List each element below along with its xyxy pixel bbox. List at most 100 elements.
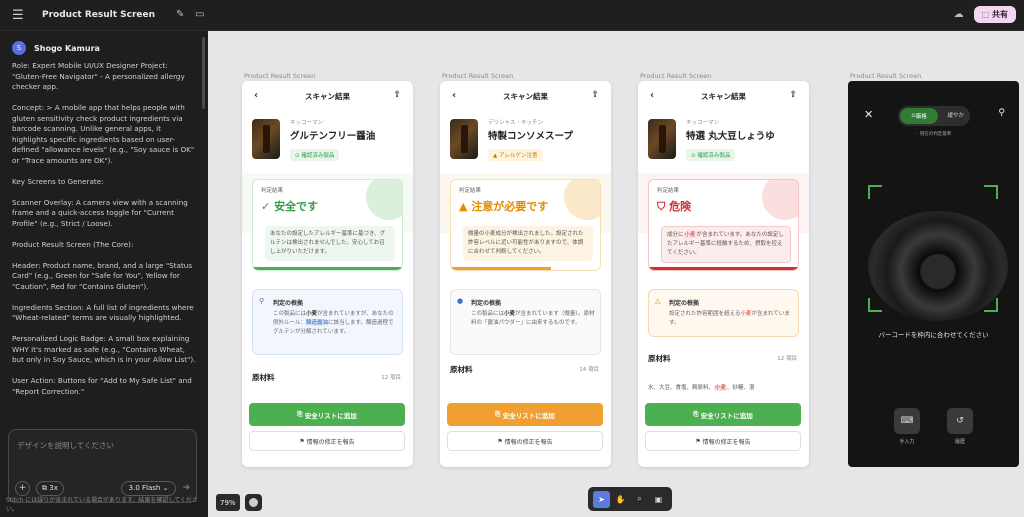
phone-frame-caution[interactable]: ‹ スキャン結果 ⇪ デリシャス・キッチン 特製コンソメスープ ▲ アレルゲン注… (440, 81, 611, 467)
add-safe-list-button[interactable]: ⎘ 安全リストに追加 (447, 403, 603, 426)
add-button-label: 安全リストに追加 (304, 411, 357, 420)
strict-label: 厳格 (915, 114, 927, 120)
prompt-input[interactable]: デザインを説明してください + ⧉ 3x 3.0 Flash ⌄ ➜ (8, 429, 197, 503)
close-icon[interactable]: ✕ (864, 108, 873, 121)
ingredients-title: 原材料 (648, 354, 671, 363)
keyboard-icon[interactable]: ⌨ (894, 408, 920, 434)
share-icon[interactable]: ⇪ (789, 90, 797, 100)
verdict-label: 判定結果 (657, 188, 680, 194)
back-icon[interactable]: ‹ (650, 90, 654, 101)
info-pin-icon: ⚲ (259, 297, 265, 305)
status-bar (649, 267, 798, 270)
back-icon[interactable]: ‹ (254, 90, 258, 101)
product-image (450, 119, 478, 159)
screen-header: ‹ スキャン結果 ⇪ (638, 81, 809, 111)
select-tool-icon[interactable]: ➤ (593, 490, 610, 508)
image-tool-icon[interactable]: ▣ (650, 491, 667, 508)
add-attachment-button[interactable]: + (15, 480, 30, 496)
flash-icon[interactable]: ⚲ (998, 108, 1005, 118)
chat-paragraph: User Action: Buttons for "Add to My Safe… (12, 376, 192, 396)
screen-header: ‹ スキャン結果 ⇪ (242, 81, 413, 111)
zoom-level[interactable]: 79% (216, 494, 240, 511)
model-select[interactable]: 3.0 Flash ⌄ (120, 480, 177, 496)
highlight-wheat: 小麦 (683, 232, 697, 238)
zoom-tool-icon[interactable]: ⌕ (631, 491, 648, 508)
share-label: 共有 (992, 10, 1008, 19)
variant-count: 3x (49, 484, 58, 492)
chat-panel: S Shogo Kamura Role: Expert Mobile UI/UX… (0, 31, 208, 517)
edit-icon[interactable]: ✎ (176, 9, 184, 20)
ingredients-list: 水、大豆、食塩、麹原料、小麦、砂糖、混 (648, 383, 799, 391)
chat-paragraph: Role: Expert Mobile UI/UX Designer Proje… (12, 61, 185, 91)
report-correction-button[interactable]: ⚑ 情報の修正を報告 (645, 431, 801, 451)
add-button-label: 安全リストに追加 (700, 411, 753, 420)
share-icon[interactable]: ⇪ (393, 90, 401, 100)
product-header: デリシャス・キッチン 特製コンソメスープ ▲ アレルゲン注意 (440, 111, 611, 161)
ingredients-heading: 原材料 12 項目 (252, 372, 403, 383)
chat-paragraph: Ingredients Section: A full list of ingr… (12, 302, 194, 323)
menu-icon[interactable]: ☰ (12, 8, 30, 23)
profile-note-text: 現在の判定基準 (919, 132, 952, 137)
frame-label: Product Result Screen (442, 72, 514, 80)
reason-part: この製品には (471, 311, 505, 317)
manual-input-label: 手入力 (899, 439, 915, 445)
product-header: キッコーマン 特選 丸大豆しょうゆ ⊙ 確認済み製品 (638, 111, 809, 161)
highlight-wheat: 小麦 (504, 311, 516, 317)
design-canvas[interactable]: Product Result Screen Product Result Scr… (208, 31, 1024, 517)
verdict-text: ▲ 注意が必要です (459, 198, 548, 214)
chat-paragraph: Personalized Logic Badge: A small box ex… (12, 334, 196, 364)
history-icon[interactable]: ↺ (947, 408, 973, 434)
frame-corner (984, 185, 998, 199)
product-brand: キッコーマン (686, 119, 720, 126)
add-safe-list-button[interactable]: ⎘ 安全リストに追加 (645, 403, 801, 426)
frame-label: Product Result Screen (640, 72, 712, 80)
loose-option[interactable]: 緩やか (947, 111, 964, 119)
profile-note: ◦ 現在の判定基準 (915, 132, 952, 137)
badge-label: 確認済み製品 (697, 152, 731, 159)
status-bar (451, 267, 551, 270)
profile-toggle[interactable]: ⊙ 厳格 緩やか (898, 106, 970, 126)
ingredients-title: 原材料 (252, 373, 275, 382)
scan-instruction: バーコードを枠内に合わせてください (878, 331, 989, 339)
verdict-description: あなたの設定したアレルギー基準に基づき、グルテンは検出されませんでした。安心して… (265, 226, 395, 261)
info-icon: ● (457, 297, 464, 305)
theme-toggle[interactable] (245, 494, 262, 511)
highlight-wheat: 小麦 (740, 311, 752, 317)
chat-paragraph: Scanner Overlay: A camera view with a sc… (12, 197, 188, 228)
share-icon[interactable]: ⇪ (591, 90, 599, 100)
reason-card: ● 判定の根拠 この製品には小麦が含まれています（微量）。原材料の「醤油パウダー… (450, 289, 601, 355)
variant-count-button[interactable]: ⧉ 3x (36, 480, 64, 496)
reason-card: ⚲ 判定の根拠 この製品には小麦が含まれていますが、あなたの例外ルール：醸造醤油… (252, 289, 403, 355)
report-correction-button[interactable]: ⚑ 情報の修正を報告 (249, 431, 405, 451)
highlight-wheat: 小麦 (714, 385, 728, 391)
hand-tool-icon[interactable]: ✋ (612, 491, 629, 508)
ingredients-count: 14 項目 (579, 367, 599, 373)
status-decoration (564, 180, 600, 220)
warning-icon: ▲ (459, 200, 468, 213)
panel-toggle-icon[interactable]: ▭ (195, 9, 204, 20)
add-safe-list-button[interactable]: ⎘ 安全リストに追加 (249, 403, 405, 426)
back-icon[interactable]: ‹ (452, 90, 456, 101)
verified-badge: ⊙ 確認済み製品 (290, 148, 340, 161)
ingredients-heading: 原材料 12 項目 (648, 353, 799, 364)
ingredients-count: 12 項目 (381, 375, 401, 381)
report-button-label: 情報の修正を報告 (504, 438, 553, 446)
product-brand: キッコーマン (290, 119, 324, 126)
send-icon[interactable]: ➜ (182, 483, 190, 493)
prompt-placeholder: デザインを説明してください (17, 441, 115, 450)
strict-option[interactable]: ⊙ 厳格 (900, 108, 938, 124)
scanner-frame[interactable]: ✕ ⊙ 厳格 緩やか ⚲ ◦ 現在の判定基準 バーコードを枠内に合わせてください… (848, 81, 1019, 467)
cloud-icon[interactable]: ☁ (954, 9, 964, 20)
share-button[interactable]: ⬚ 共有 (973, 6, 1016, 23)
chat-scrollbar[interactable] (202, 37, 205, 109)
check-circle-icon: ✓ (261, 200, 271, 213)
phone-frame-safe[interactable]: ‹ スキャン結果 ⇪ キッコーマン グルテンフリー醤油 ⊙ 確認済み製品 判定結… (242, 81, 413, 467)
phone-frame-danger[interactable]: ‹ スキャン結果 ⇪ キッコーマン 特選 丸大豆しょうゆ ⊙ 確認済み製品 判定… (638, 81, 809, 467)
shield-alert-icon: ⛉ (657, 200, 666, 213)
product-name: 特選 丸大豆しょうゆ (686, 130, 775, 142)
report-correction-button[interactable]: ⚑ 情報の修正を報告 (447, 431, 603, 451)
product-brand: デリシャス・キッチン (488, 119, 544, 126)
screen-header: ‹ スキャン結果 ⇪ (440, 81, 611, 111)
verdict-label: 判定結果 (459, 188, 482, 194)
chat-paragraph: Header: Product name, brand, and a large… (12, 260, 193, 291)
